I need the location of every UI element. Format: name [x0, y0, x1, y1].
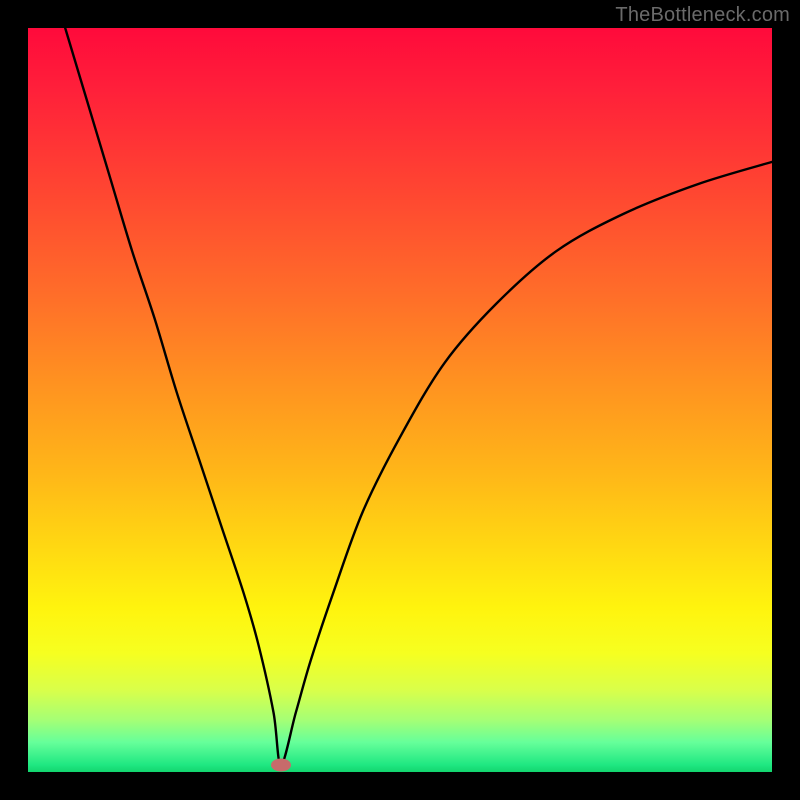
watermark-text: TheBottleneck.com — [615, 4, 790, 27]
plot-area — [28, 28, 772, 772]
chart-frame: TheBottleneck.com — [0, 0, 800, 800]
bottleneck-curve — [28, 28, 772, 772]
optimal-point-marker — [271, 758, 291, 771]
